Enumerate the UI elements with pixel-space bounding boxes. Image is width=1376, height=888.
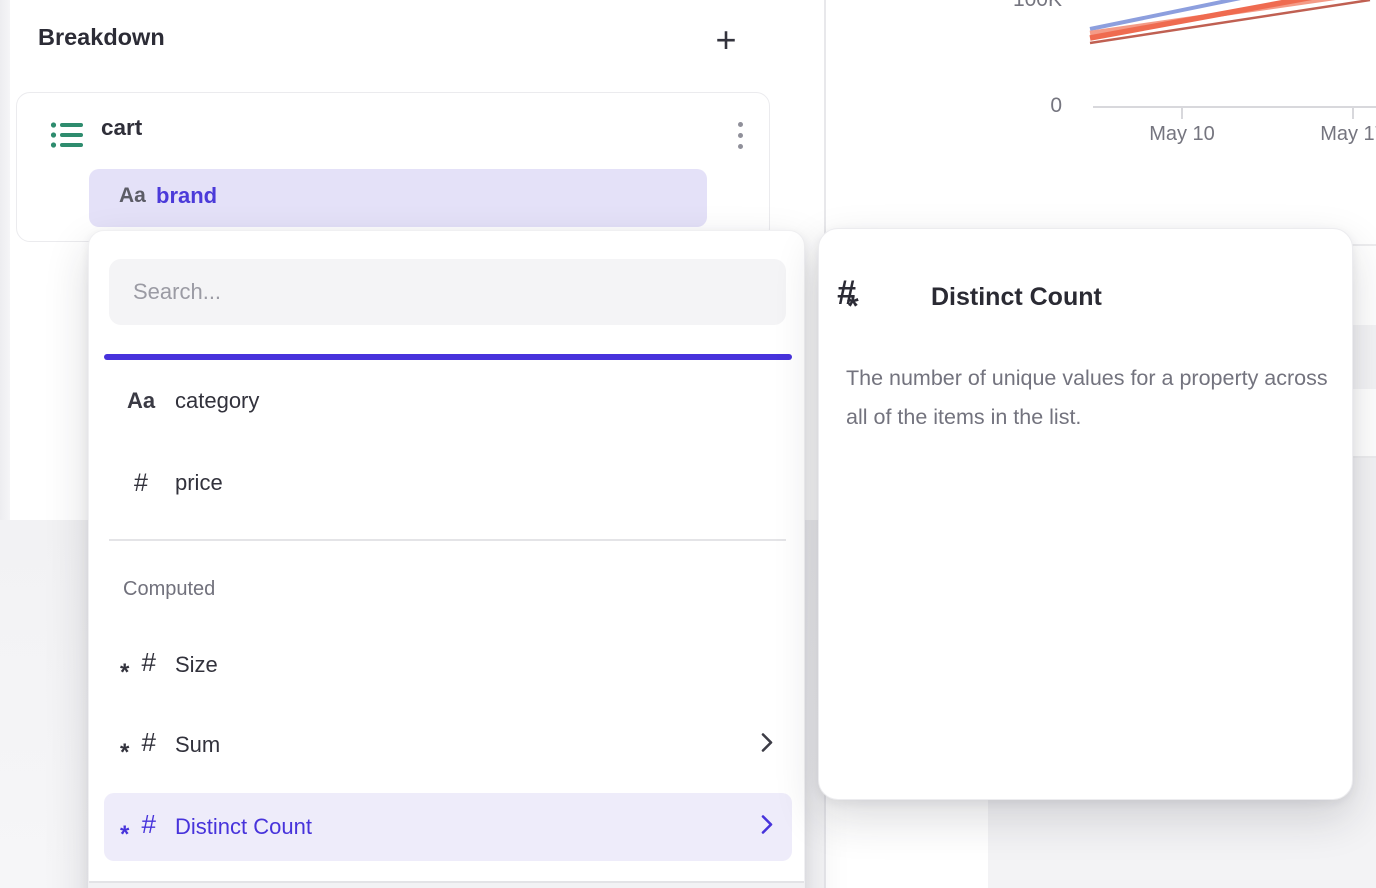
menu-item-distinct-count[interactable]: # * Distinct Count	[104, 793, 792, 861]
menu-item-category[interactable]: Aa category	[104, 369, 792, 433]
chevron-right-icon	[760, 814, 774, 841]
menu-item-price[interactable]: # price	[104, 451, 792, 515]
text-type-icon: Aa	[119, 184, 146, 208]
menu-divider	[109, 539, 786, 541]
x-axis-label-may17: May 17	[1293, 123, 1376, 146]
property-select-dropdown: Aa category # price Computed # * Size # …	[88, 230, 805, 888]
x-axis-label-may10: May 10	[1122, 123, 1242, 146]
chart-canvas	[825, 0, 1376, 52]
y-axis-tick-0: 0	[945, 94, 1062, 118]
menu-item-size[interactable]: # * Size	[104, 633, 792, 697]
text-type-icon: Aa	[127, 388, 155, 414]
computed-number-icon: # *	[126, 648, 156, 682]
computed-section-label: Computed	[123, 578, 215, 601]
menu-footer-band	[89, 883, 804, 888]
search-input[interactable]	[109, 259, 786, 325]
overflow-menu-button[interactable]	[720, 115, 760, 155]
active-tab-indicator	[104, 354, 792, 360]
menu-item-label: Size	[175, 652, 218, 678]
popover-title: Distinct Count	[931, 283, 1102, 312]
chevron-right-icon	[760, 732, 774, 759]
add-breakdown-button[interactable]: +	[704, 18, 748, 62]
menu-item-label: Sum	[175, 732, 220, 758]
y-axis-tick-100k: 100K	[945, 0, 1062, 12]
menu-item-sum[interactable]: # * Sum	[104, 713, 792, 777]
x-axis-tickmark	[1181, 106, 1183, 119]
popover-description: The number of unique values for a proper…	[846, 359, 1328, 437]
selected-property-label: brand	[156, 183, 217, 209]
x-axis-line	[1093, 106, 1376, 108]
list-property-name: cart	[101, 115, 142, 141]
distinct-count-popover: # * Distinct Count The number of unique …	[818, 228, 1353, 800]
menu-item-label: price	[175, 470, 223, 496]
selected-breakdown-property-pill[interactable]: Aa brand	[89, 169, 707, 227]
computed-number-icon: # *	[126, 810, 156, 844]
menu-item-label: category	[175, 388, 259, 414]
computed-number-icon: # *	[126, 728, 156, 762]
breakdown-card: cart Aa brand	[16, 92, 770, 242]
menu-item-label: Distinct Count	[175, 814, 312, 840]
breakdown-section-title: Breakdown	[38, 24, 165, 51]
number-type-icon: #	[134, 469, 148, 498]
search-box	[109, 259, 786, 325]
x-axis-tickmark	[1352, 106, 1354, 119]
list-icon	[50, 120, 84, 157]
